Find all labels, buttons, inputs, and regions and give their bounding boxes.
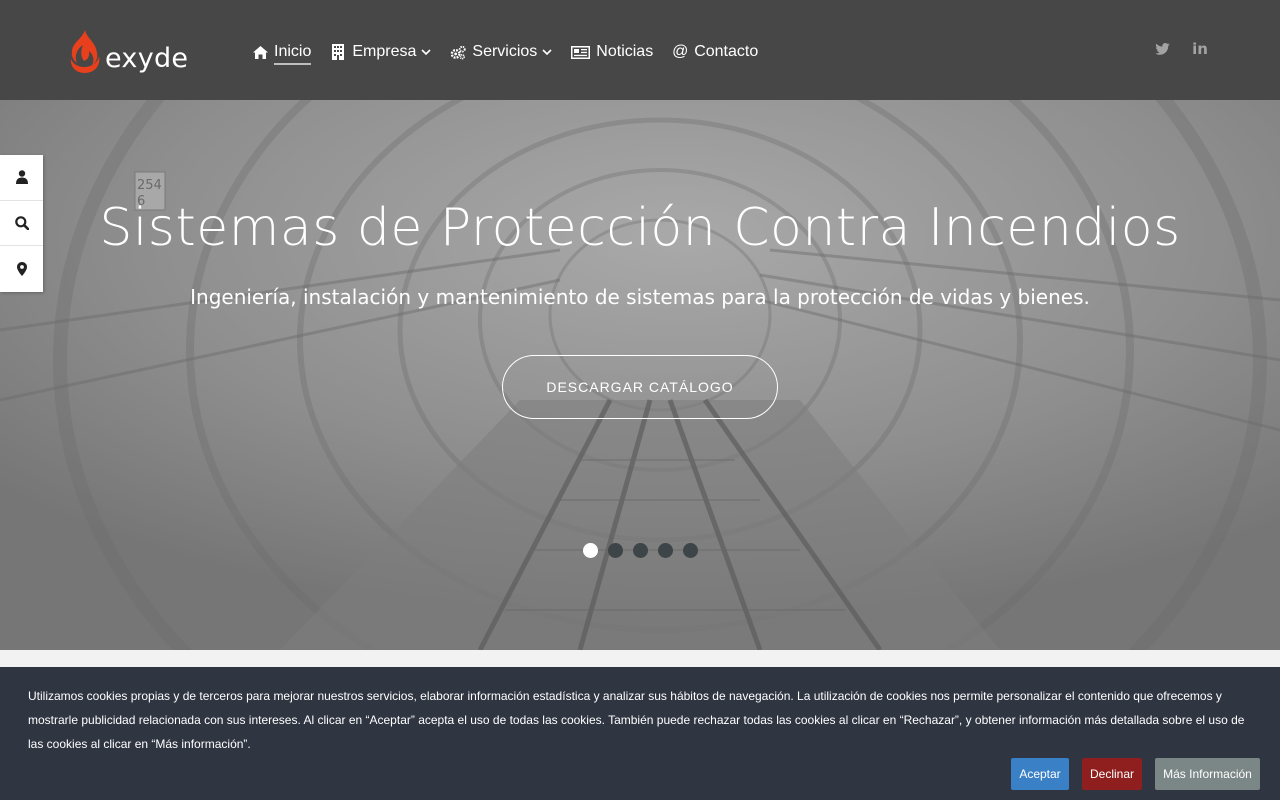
- slider-pagination: [583, 543, 708, 558]
- hero-slider: 254 6 Sistemas de Protección Contra Ince…: [0, 100, 1280, 650]
- location-button[interactable]: [0, 246, 43, 292]
- search-icon: [14, 216, 29, 230]
- nav-item-inicio[interactable]: Inicio: [252, 38, 312, 66]
- main-nav: Inicio Empresa Servicios Noticias @ Cont…: [252, 38, 777, 66]
- more-info-button[interactable]: Más Información: [1155, 758, 1260, 790]
- slider-dot-5[interactable]: [683, 543, 698, 558]
- decline-cookies-button[interactable]: Declinar: [1082, 758, 1142, 790]
- cookie-actions: Aceptar Declinar Más Información: [998, 758, 1260, 790]
- at-icon: @: [672, 43, 689, 60]
- content-top-strip: [0, 650, 1280, 667]
- download-catalog-button[interactable]: DESCARGAR CATÁLOGO: [502, 355, 778, 419]
- brand-name: exyde: [105, 43, 189, 74]
- nav-label-noticias: Noticias: [596, 43, 654, 60]
- nav-label-inicio: Inicio: [274, 42, 312, 65]
- nav-label-empresa: Empresa: [352, 43, 417, 60]
- cookie-banner: Utilizamos cookies propias y de terceros…: [0, 667, 1280, 800]
- hero-subtitle: Ingeniería, instalación y mantenimiento …: [190, 285, 1090, 309]
- exyde-logo[interactable]: exyde: [68, 28, 188, 74]
- nav-item-noticias[interactable]: Noticias: [571, 38, 653, 66]
- user-button[interactable]: [0, 155, 43, 201]
- building-icon: [330, 44, 346, 60]
- slider-dot-1[interactable]: [583, 543, 598, 558]
- nav-item-servicios[interactable]: Servicios: [450, 38, 552, 66]
- user-icon: [15, 170, 28, 185]
- nav-item-empresa[interactable]: Empresa: [330, 38, 431, 66]
- search-button[interactable]: [0, 201, 43, 247]
- nav-item-contacto[interactable]: @ Contacto: [672, 38, 758, 66]
- nav-label-servicios: Servicios: [472, 43, 538, 60]
- slider-dot-4[interactable]: [658, 543, 673, 558]
- cookie-message: Utilizamos cookies propias y de terceros…: [28, 689, 1245, 751]
- home-icon: [252, 44, 268, 60]
- hero-title: Sistemas de Protección Contra Incendios: [99, 198, 1181, 258]
- slider-dot-3[interactable]: [633, 543, 648, 558]
- chevron-down-icon: [542, 49, 552, 56]
- linkedin-icon[interactable]: in: [1192, 40, 1208, 58]
- site-header: exyde Inicio Empresa Servicios Noticias …: [0, 0, 1280, 100]
- cogs-icon: [450, 44, 467, 60]
- map-marker-icon: [16, 261, 27, 276]
- social-links: in: [1132, 40, 1208, 58]
- tunnel-sign-number: 254: [137, 178, 162, 193]
- accept-cookies-button[interactable]: Aceptar: [1011, 758, 1069, 790]
- twitter-icon[interactable]: [1154, 40, 1170, 58]
- slider-dot-2[interactable]: [608, 543, 623, 558]
- newspaper-icon: [571, 44, 591, 60]
- side-toolbar: [0, 155, 43, 292]
- nav-label-contacto: Contacto: [694, 43, 759, 60]
- flame-icon: [70, 30, 100, 73]
- chevron-down-icon: [421, 49, 431, 56]
